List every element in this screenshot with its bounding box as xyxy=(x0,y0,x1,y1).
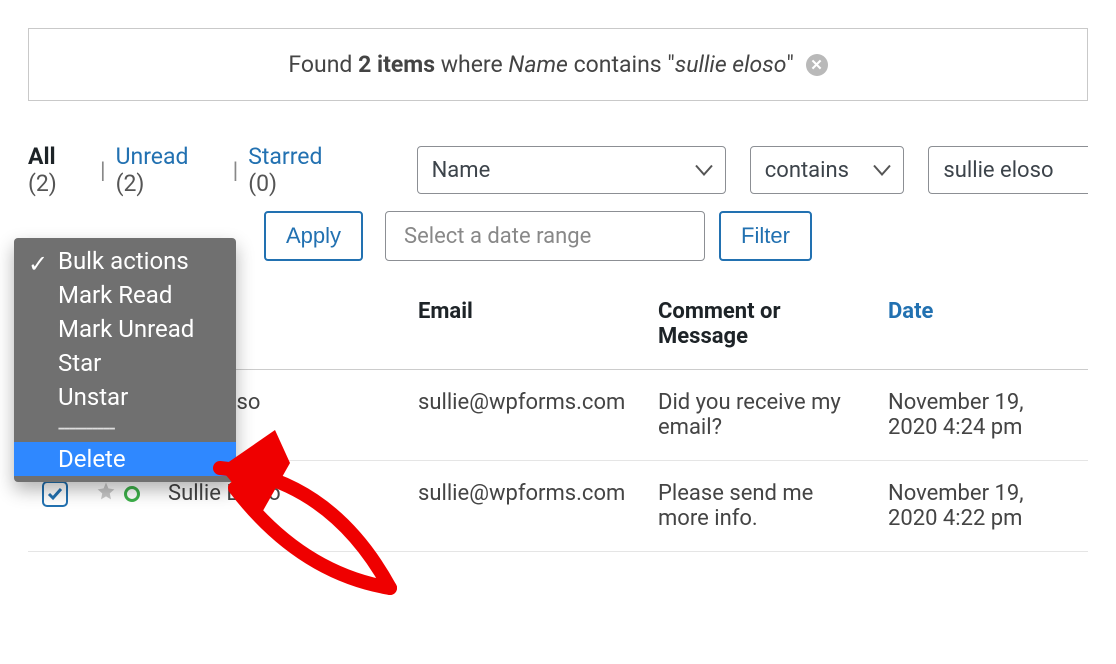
bulk-option-mark-unread[interactable]: Mark Unread xyxy=(14,312,236,346)
column-date-header[interactable]: Date xyxy=(874,281,1088,370)
bulk-actions-dropdown: ✓ Bulk actions Mark Read Mark Unread Sta… xyxy=(14,238,236,482)
tab-all-count: (2) xyxy=(28,170,57,197)
filter-term: sullie eloso xyxy=(675,51,787,78)
found-prefix: Found xyxy=(288,51,352,78)
bulk-option-delete[interactable]: Delete xyxy=(14,442,236,476)
filter-operator-value: contains xyxy=(765,158,849,183)
bulk-option-placeholder[interactable]: ✓ Bulk actions xyxy=(14,244,236,278)
cell-comment: Please send me more info. xyxy=(644,461,874,552)
chevron-down-icon xyxy=(873,158,891,183)
found-count: 2 items xyxy=(358,51,435,78)
tab-all-label: All xyxy=(28,143,56,170)
status-tabs: All (2) | Unread (2) | Starred (0) xyxy=(28,143,357,197)
chevron-down-icon xyxy=(695,158,713,183)
apply-button[interactable]: Apply xyxy=(264,211,363,261)
cell-date: November 19, 2020 4:22 pm xyxy=(874,461,1088,552)
bulk-option-label: Bulk actions xyxy=(58,247,189,275)
check-icon: ✓ xyxy=(28,250,48,278)
bulk-option-unstar[interactable]: Unstar xyxy=(14,380,236,414)
filter-operator-select[interactable]: contains xyxy=(750,146,905,194)
tab-starred-count: (0) xyxy=(248,170,277,197)
tab-starred-label: Starred xyxy=(248,143,322,170)
unread-indicator-icon xyxy=(124,486,140,502)
star-icon[interactable] xyxy=(96,481,116,507)
bulk-option-mark-read[interactable]: Mark Read xyxy=(14,278,236,312)
bulk-option-star[interactable]: Star xyxy=(14,346,236,380)
date-range-placeholder: Select a date range xyxy=(404,224,591,249)
filter-field-value: Name xyxy=(432,158,491,183)
filter-term-value: sullie eloso xyxy=(943,158,1053,183)
tab-unread[interactable]: Unread (2) xyxy=(116,143,223,197)
tab-unread-label: Unread xyxy=(116,143,189,170)
filter-field-select[interactable]: Name xyxy=(417,146,726,194)
cell-email: sullie@wpforms.com xyxy=(404,461,644,552)
cell-comment: Did you receive my email? xyxy=(644,370,874,461)
bulk-separator: ---------- xyxy=(14,414,236,442)
tab-separator: | xyxy=(223,157,249,184)
tab-all[interactable]: All (2) xyxy=(28,143,90,197)
column-comment-header: Comment or Message xyxy=(644,281,874,370)
tab-starred[interactable]: Starred (0) xyxy=(248,143,356,197)
date-range-input[interactable]: Select a date range xyxy=(385,211,705,261)
filter-row: All (2) | Unread (2) | Starred (0) Name … xyxy=(28,143,1088,197)
tab-separator: | xyxy=(90,157,116,184)
filter-term-input[interactable]: sullie eloso xyxy=(928,146,1088,194)
tab-unread-count: (2) xyxy=(116,170,145,197)
contains-word: contains xyxy=(574,51,662,78)
filter-button[interactable]: Filter xyxy=(719,211,812,261)
where-word: where xyxy=(441,51,503,78)
row-checkbox[interactable] xyxy=(42,481,68,507)
filter-field-name: Name xyxy=(508,51,567,78)
cell-email: sullie@wpforms.com xyxy=(404,370,644,461)
search-result-banner: Found 2 items where Name contains "sulli… xyxy=(28,28,1088,101)
clear-search-icon[interactable]: ✕ xyxy=(806,54,828,76)
column-email-header: Email xyxy=(404,281,644,370)
cell-date: November 19, 2020 4:24 pm xyxy=(874,370,1088,461)
